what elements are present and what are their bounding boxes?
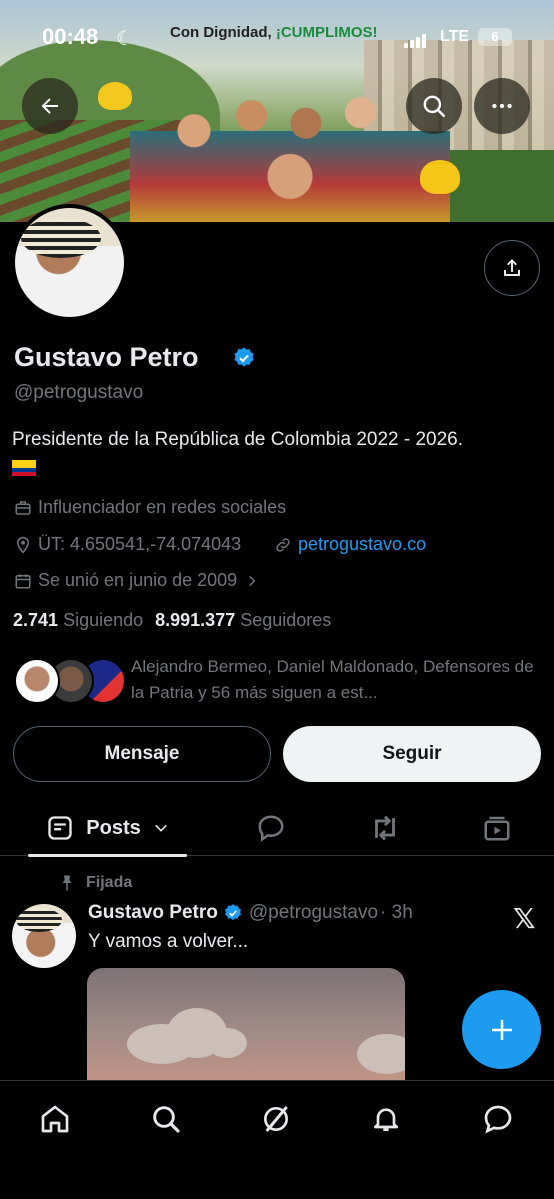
post-author-name[interactable]: Gustavo Petro xyxy=(88,902,218,924)
pin-icon xyxy=(62,875,72,891)
tab-posts[interactable]: Posts xyxy=(28,800,187,857)
nav-explore[interactable] xyxy=(146,1099,186,1139)
share-button[interactable] xyxy=(484,240,540,296)
verified-icon xyxy=(224,904,241,921)
compose-icon xyxy=(491,1019,512,1040)
followers-stat[interactable]: 8.991.377 Seguidores xyxy=(155,610,331,630)
briefcase-icon xyxy=(14,499,32,517)
profile-avatar[interactable] xyxy=(11,204,128,321)
nav-messages[interactable] xyxy=(478,1099,518,1139)
verified-icon xyxy=(234,347,254,367)
status-time: 00:48 xyxy=(42,24,99,49)
back-arrow-icon xyxy=(41,98,58,114)
profile-bio: Presidente de la República de Colombia 2… xyxy=(12,429,464,450)
notifications-icon xyxy=(374,1108,398,1131)
post-text: Y vamos a volver... xyxy=(88,931,249,952)
profession-text: Influenciador en redes sociales xyxy=(38,497,287,517)
more-icon xyxy=(492,103,512,109)
profile-profession: Influenciador en redes sociales xyxy=(14,497,286,518)
pinned-label: Fijada xyxy=(86,874,133,891)
profile-website[interactable]: petrogustavo.co xyxy=(274,534,426,555)
explore-icon xyxy=(153,1106,180,1133)
chevron-down-icon xyxy=(154,824,167,832)
banner-headline-highlight: ¡CUMPLIMOS! xyxy=(275,24,378,41)
followers-count: 8.991.377 xyxy=(155,610,236,630)
network-type: LTE xyxy=(440,28,470,45)
tab-posts-label: Posts xyxy=(86,816,141,839)
mutual-followers-avatars[interactable] xyxy=(14,658,126,706)
post-time: · 3h xyxy=(380,902,413,923)
mutual-followers-text[interactable]: Alejandro Bermeo, Daniel Maldonado, Defe… xyxy=(131,654,541,706)
messages-icon xyxy=(484,1105,512,1134)
following-count: 2.741 xyxy=(13,610,59,630)
avatar xyxy=(14,658,60,704)
active-tab-indicator xyxy=(28,854,187,857)
share-icon xyxy=(504,259,520,276)
following-label: Siguiendo xyxy=(63,610,144,630)
search-icon xyxy=(423,95,446,118)
cloud xyxy=(207,1028,247,1058)
tab-media[interactable] xyxy=(472,800,522,856)
banner-trees xyxy=(444,150,554,222)
profile-location: ÜT: 4.650541,-74.074043 xyxy=(14,534,241,555)
link-icon xyxy=(274,536,292,554)
colombia-flag-icon xyxy=(12,460,36,476)
back-button[interactable] xyxy=(22,78,78,134)
home-icon xyxy=(41,1105,69,1133)
calendar-icon xyxy=(14,572,32,590)
post-author-avatar[interactable] xyxy=(12,904,76,968)
search-button[interactable] xyxy=(406,78,462,134)
media-icon xyxy=(484,816,510,841)
bottom-navigation xyxy=(0,1080,554,1199)
compose-button[interactable] xyxy=(462,990,541,1069)
grok-icon xyxy=(264,1106,288,1132)
post-media-image[interactable] xyxy=(87,968,405,1080)
location-text: ÜT: 4.650541,-74.074043 xyxy=(38,534,242,554)
repost-icon xyxy=(375,815,395,841)
butterfly-icon xyxy=(98,82,132,110)
profile-handle: @petrogustavo xyxy=(14,382,144,403)
follow-stats: 2.741 Siguiendo 8.991.377 Seguidores xyxy=(13,610,331,631)
profile-tabs: Posts xyxy=(0,800,554,857)
avatar-hat xyxy=(21,218,101,258)
profile-name: Gustavo Petro xyxy=(14,342,199,372)
nav-home[interactable] xyxy=(35,1099,75,1139)
signal-icon xyxy=(404,34,428,48)
message-button[interactable]: Mensaje xyxy=(13,726,271,782)
website-link[interactable]: petrogustavo.co xyxy=(298,534,426,555)
location-icon xyxy=(14,536,32,554)
reply-icon xyxy=(258,815,284,842)
profile-joined[interactable]: Se unió en junio de 2009 xyxy=(14,570,261,591)
banner-people xyxy=(130,70,450,222)
status-bar: 00:48 ☾ Con Dignidad, ¡CUMPLIMOS! LTE 6 xyxy=(0,22,554,52)
x-logo-icon: 𝕏 xyxy=(513,903,536,934)
joined-text: Se unió en junio de 2009 xyxy=(38,570,238,590)
tab-replies[interactable] xyxy=(246,800,296,856)
chevron-right-icon xyxy=(243,572,261,590)
nav-grok[interactable] xyxy=(256,1099,296,1139)
avatar-hat xyxy=(16,908,62,932)
post-author-handle: @petrogustavo xyxy=(248,902,379,923)
cloud xyxy=(357,1034,405,1074)
post-header: Gustavo Petro @petrogustavo · 3h xyxy=(88,902,413,924)
moon-icon: ☾ xyxy=(116,28,134,50)
nav-notifications[interactable] xyxy=(366,1099,406,1139)
banner-headline: Con Dignidad, ¡CUMPLIMOS! xyxy=(170,24,377,41)
followers-label: Seguidores xyxy=(240,610,332,630)
follow-button[interactable]: Seguir xyxy=(283,726,541,782)
tab-reposts[interactable] xyxy=(360,800,410,856)
battery-indicator: 6 xyxy=(478,28,512,46)
butterfly-icon xyxy=(420,160,460,194)
pinned-indicator: Fijada xyxy=(58,874,132,892)
more-button[interactable] xyxy=(474,78,530,134)
banner-headline-text: Con Dignidad, xyxy=(170,24,272,41)
posts-icon xyxy=(48,816,72,840)
following-stat[interactable]: 2.741 Siguiendo xyxy=(13,610,143,630)
